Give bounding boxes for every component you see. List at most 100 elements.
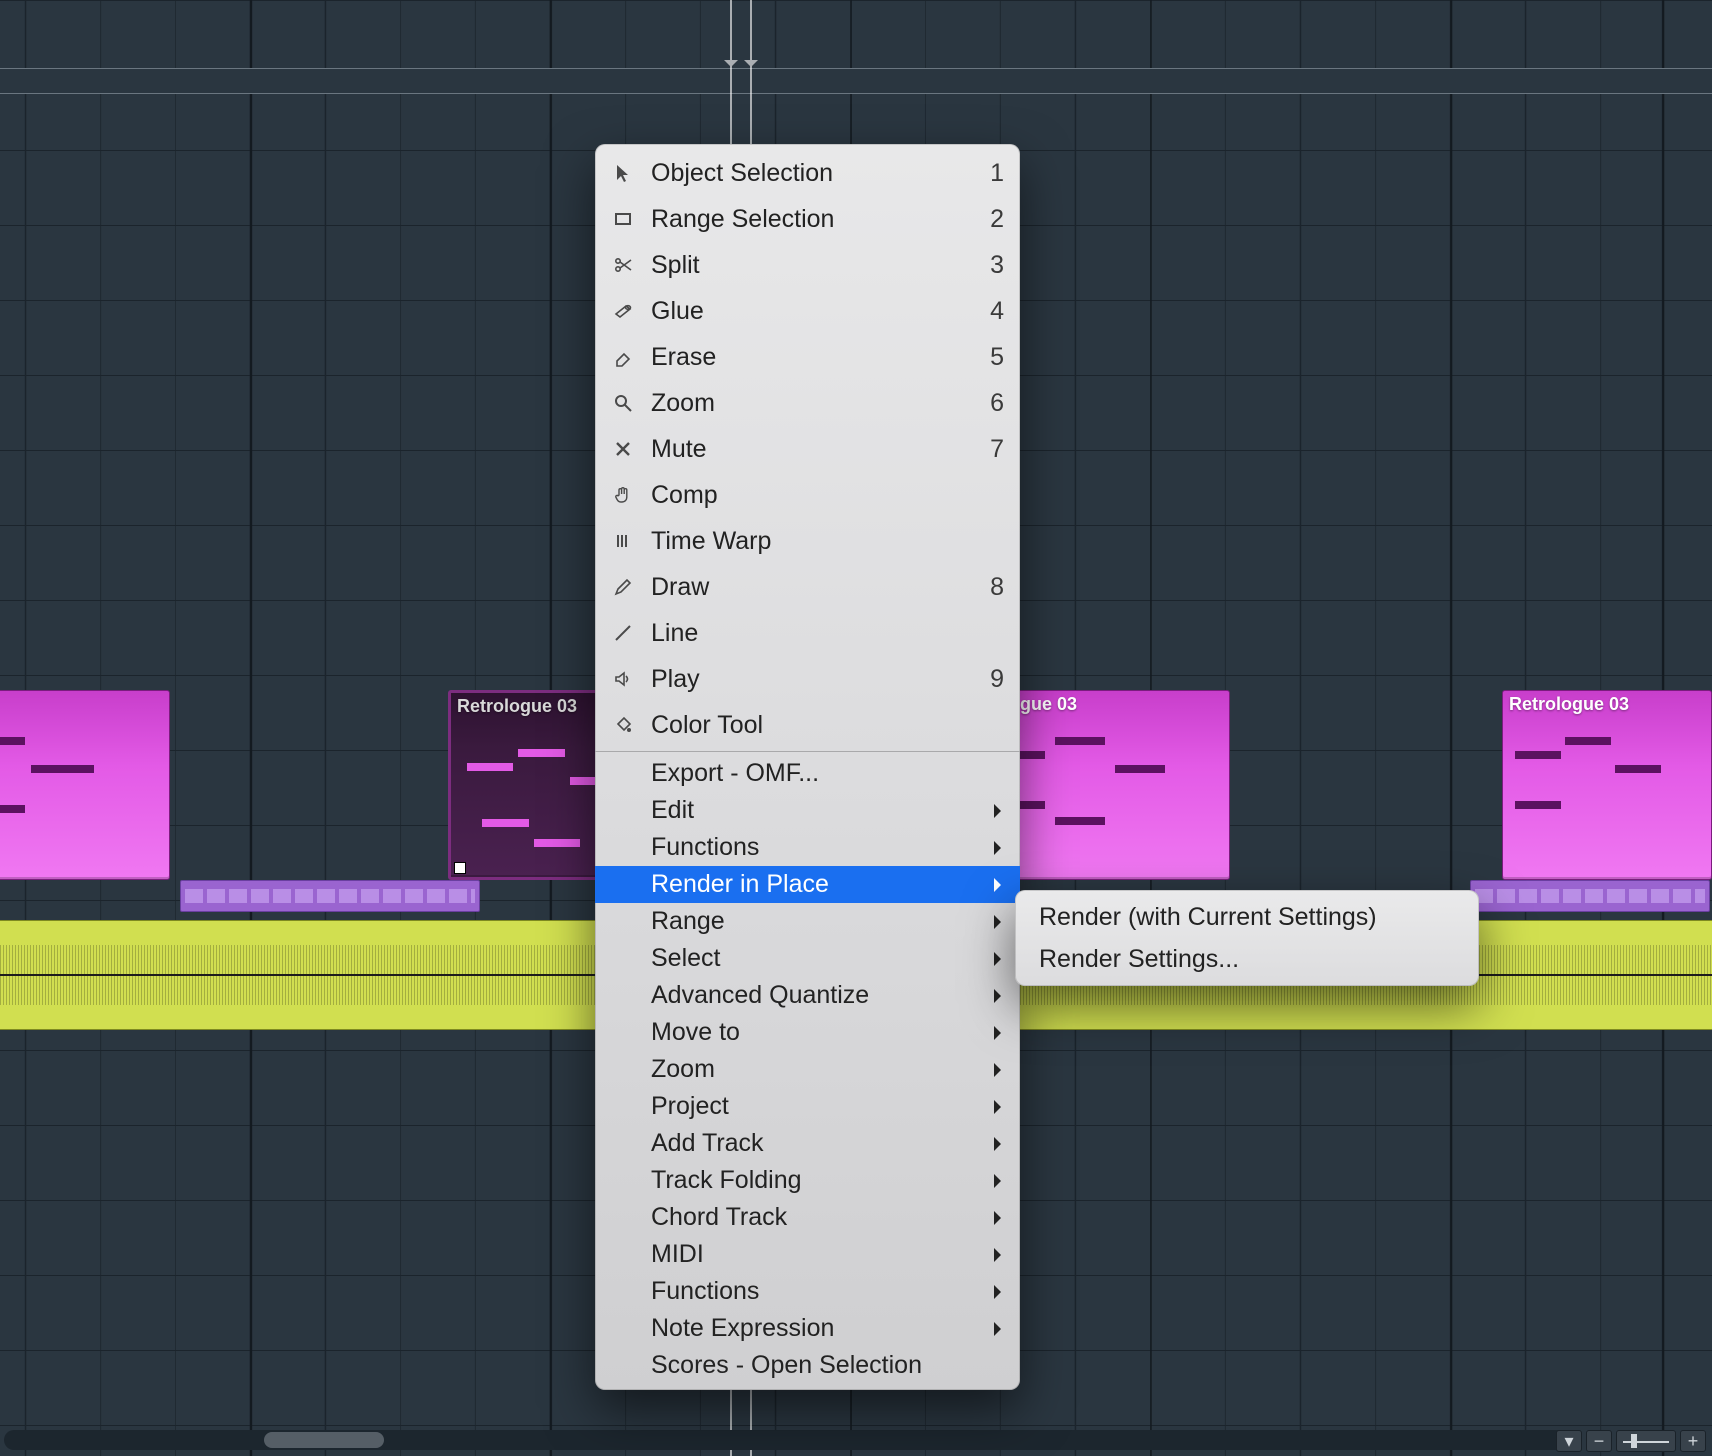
zoom-out-button[interactable]: −	[1586, 1430, 1612, 1452]
spacer-icon	[609, 945, 637, 973]
menu-tool-range-selection[interactable]: Range Selection2	[595, 196, 1020, 242]
menu-item-label: Export - OMF...	[651, 759, 1004, 788]
menu-tool-mute[interactable]: Mute7	[595, 426, 1020, 472]
submenu-arrow-icon	[994, 1211, 1008, 1225]
menu-item-label: Object Selection	[651, 159, 976, 188]
menu-separator	[595, 751, 1020, 752]
menu-tool-color[interactable]: Color Tool	[595, 702, 1020, 748]
menu-tool-line[interactable]: Line	[595, 610, 1020, 656]
menu-item-label: Chord Track	[651, 1203, 980, 1232]
submenu-arrow-icon	[994, 1063, 1008, 1077]
menu-item-label: Functions	[651, 833, 980, 862]
zoom-controls: ▾ − +	[1556, 1430, 1706, 1452]
magnify-icon	[609, 389, 637, 417]
menu-item-label: MIDI	[651, 1240, 980, 1269]
submenu-arrow-icon	[994, 1248, 1008, 1262]
menu-item-label: Play	[651, 665, 976, 694]
spacer-icon	[609, 1130, 637, 1158]
menu-item-edit[interactable]: Edit	[595, 792, 1020, 829]
submenu-arrow-icon	[994, 804, 1008, 818]
menu-item-zoom-menu[interactable]: Zoom	[595, 1051, 1020, 1088]
menu-item-label: Glue	[651, 297, 976, 326]
menu-item-scores-open[interactable]: Scores - Open Selection	[595, 1347, 1020, 1384]
spacer-icon	[609, 1204, 637, 1232]
zoom-slider[interactable]	[1616, 1430, 1676, 1452]
menu-item-chord-track[interactable]: Chord Track	[595, 1199, 1020, 1236]
submenu-arrow-icon	[994, 1322, 1008, 1336]
spacer-icon	[609, 871, 637, 899]
context-menu: Object Selection1Range Selection2Split3G…	[595, 144, 1020, 1390]
menu-tool-zoom[interactable]: Zoom6	[595, 380, 1020, 426]
midi-notes	[0, 717, 169, 879]
menu-item-label: Track Folding	[651, 1166, 980, 1195]
menu-item-render-in-place[interactable]: Render in Place	[595, 866, 1020, 903]
menu-tool-split[interactable]: Split3	[595, 242, 1020, 288]
menu-item-project[interactable]: Project	[595, 1088, 1020, 1125]
menu-item-label: Advanced Quantize	[651, 981, 980, 1010]
midi-clip[interactable]: ogue 03	[0, 690, 170, 880]
cross-icon	[609, 435, 637, 463]
cursor-icon	[609, 159, 637, 187]
zoom-dropdown-button[interactable]: ▾	[1556, 1430, 1582, 1452]
clip-label: Retrologue 03	[1509, 694, 1629, 715]
zoom-in-button[interactable]: +	[1680, 1430, 1706, 1452]
pencil-icon	[609, 573, 637, 601]
bars-icon	[609, 527, 637, 555]
menu-item-label: Move to	[651, 1018, 980, 1047]
submenu-arrow-icon	[994, 915, 1008, 929]
menu-item-functions2[interactable]: Functions	[595, 1273, 1020, 1310]
midi-clip[interactable]: Retrologue 03	[1502, 690, 1712, 880]
menu-item-label: Scores - Open Selection	[651, 1351, 1004, 1380]
timeline-ruler[interactable]	[0, 68, 1712, 94]
rect-icon	[609, 205, 637, 233]
menu-tool-play[interactable]: Play9	[595, 656, 1020, 702]
minus-icon: −	[1594, 1431, 1605, 1452]
spacer-icon	[609, 1093, 637, 1121]
submenu-arrow-icon	[994, 841, 1008, 855]
menu-item-shortcut: 7	[990, 435, 1004, 464]
menu-tool-timewarp[interactable]: Time Warp	[595, 518, 1020, 564]
submenu-arrow-icon	[994, 989, 1008, 1003]
menu-item-track-folding[interactable]: Track Folding	[595, 1162, 1020, 1199]
menu-tool-object-selection[interactable]: Object Selection1	[595, 150, 1020, 196]
menu-item-label: Select	[651, 944, 980, 973]
scrollbar-thumb[interactable]	[264, 1432, 384, 1448]
menu-item-range[interactable]: Range	[595, 903, 1020, 940]
menu-item-add-track[interactable]: Add Track	[595, 1125, 1020, 1162]
menu-item-label: Add Track	[651, 1129, 980, 1158]
submenu-arrow-icon	[994, 1100, 1008, 1114]
menu-item-label: Erase	[651, 343, 976, 372]
menu-item-shortcut: 2	[990, 205, 1004, 234]
menu-tool-erase[interactable]: Erase5	[595, 334, 1020, 380]
menu-item-export-omf[interactable]: Export - OMF...	[595, 755, 1020, 792]
menu-item-midi[interactable]: MIDI	[595, 1236, 1020, 1273]
hand-icon	[609, 481, 637, 509]
menu-item-functions[interactable]: Functions	[595, 829, 1020, 866]
horizontal-scrollbar[interactable]	[4, 1430, 1582, 1450]
menu-item-note-expression[interactable]: Note Expression	[595, 1310, 1020, 1347]
menu-item-select[interactable]: Select	[595, 940, 1020, 977]
menu-item-label: Zoom	[651, 389, 976, 418]
spacer-icon	[609, 1019, 637, 1047]
menu-item-adv-quantize[interactable]: Advanced Quantize	[595, 977, 1020, 1014]
menu-item-label: Note Expression	[651, 1314, 980, 1343]
menu-tool-draw[interactable]: Draw8	[595, 564, 1020, 610]
speaker-icon	[609, 665, 637, 693]
menu-tool-glue[interactable]: Glue4	[595, 288, 1020, 334]
menu-item-label: Color Tool	[651, 711, 990, 740]
submenu-item-render-settings[interactable]: Render Settings...	[1015, 938, 1479, 980]
menu-item-label: Range	[651, 907, 980, 936]
spacer-icon	[609, 760, 637, 788]
submenu-arrow-icon	[994, 1137, 1008, 1151]
menu-tool-comp[interactable]: Comp	[595, 472, 1020, 518]
scissors-icon	[609, 251, 637, 279]
automation-clip[interactable]	[180, 880, 480, 912]
menu-item-label: Split	[651, 251, 976, 280]
resize-handle-icon[interactable]	[454, 862, 466, 874]
line-icon	[609, 619, 637, 647]
menu-item-label: Edit	[651, 796, 980, 825]
spacer-icon	[609, 1278, 637, 1306]
submenu-item-render-current[interactable]: Render (with Current Settings)	[1015, 896, 1479, 938]
automation-clip[interactable]	[1470, 880, 1710, 912]
menu-item-move-to[interactable]: Move to	[595, 1014, 1020, 1051]
